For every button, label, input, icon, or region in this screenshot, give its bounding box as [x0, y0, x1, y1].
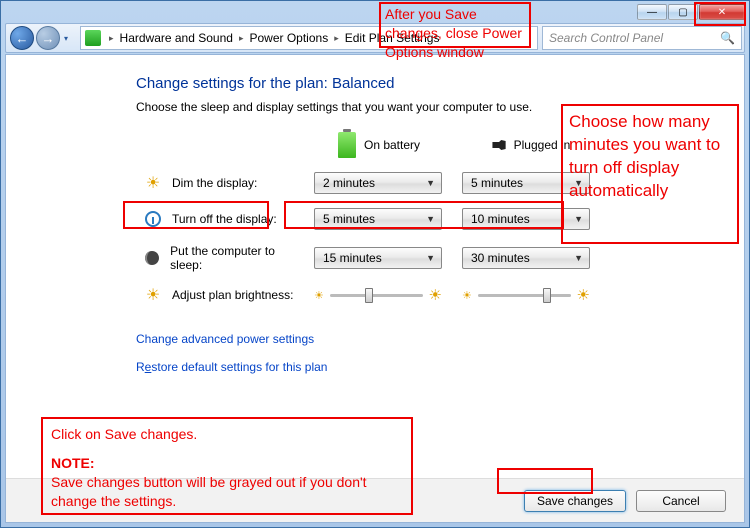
- brightness-battery-slider[interactable]: [330, 294, 423, 297]
- dim-icon: ☀: [144, 174, 162, 192]
- chevron-down-icon: ▼: [426, 178, 435, 188]
- chevron-right-icon: ▸: [330, 33, 343, 44]
- search-icon: 🔍: [720, 31, 735, 45]
- brightness-icon: ☀: [144, 286, 162, 304]
- row-dim-label: ☀ Dim the display:: [136, 174, 296, 192]
- breadcrumb-seg[interactable]: Power Options: [247, 31, 330, 45]
- chevron-right-icon: ▸: [235, 33, 248, 44]
- plug-icon: [484, 140, 506, 150]
- column-battery: On battery: [314, 132, 444, 158]
- search-input[interactable]: Search Control Panel 🔍: [542, 26, 742, 50]
- annotation-text-right: Choose how many minutes you want to turn…: [569, 111, 734, 203]
- dim-battery-combo[interactable]: 2 minutes▼: [314, 172, 442, 194]
- restore-defaults-link[interactable]: Restore default settings for this plan: [136, 360, 714, 374]
- annotation-text-bottom: Click on Save changes. NOTE: Save change…: [51, 425, 401, 511]
- annotation-text-top: After you Save changes, close Power Opti…: [385, 5, 530, 62]
- annotation-box-row-off: [123, 201, 269, 229]
- nav-back-button[interactable]: ←: [10, 26, 34, 50]
- minimize-button[interactable]: —: [637, 4, 667, 20]
- slider-thumb[interactable]: [543, 288, 551, 303]
- slider-thumb[interactable]: [365, 288, 373, 303]
- titlebar: — ▢ ✕: [1, 1, 749, 23]
- cancel-button[interactable]: Cancel: [636, 490, 726, 512]
- window-frame: — ▢ ✕ ← → ▾ ▸ Hardware and Sound ▸ Power…: [0, 0, 750, 528]
- nav-history-dropdown[interactable]: ▾: [60, 26, 72, 50]
- sun-low-icon: ☀: [314, 289, 324, 302]
- brightness-plugged-slider[interactable]: [478, 294, 571, 297]
- sleep-plugged-combo[interactable]: 30 minutes▼: [462, 247, 590, 269]
- annotation-box-combos: [284, 201, 564, 229]
- advanced-settings-link[interactable]: Change advanced power settings: [136, 332, 714, 346]
- annotation-box-save: [497, 468, 593, 494]
- breadcrumb-seg[interactable]: Hardware and Sound: [118, 31, 235, 45]
- power-options-icon: [85, 30, 101, 46]
- page-title: Change settings for the plan: Balanced: [136, 75, 714, 92]
- battery-icon: [338, 132, 356, 158]
- chevron-down-icon: ▼: [574, 253, 583, 263]
- sun-low-icon: ☀: [462, 289, 472, 302]
- row-sleep-label: Put the computer to sleep:: [136, 244, 296, 272]
- annotation-box-close: [694, 2, 746, 26]
- nav-forward-button[interactable]: →: [36, 26, 60, 50]
- chevron-right-icon: ▸: [105, 33, 118, 44]
- row-brightness-label: ☀ Adjust plan brightness:: [136, 286, 296, 304]
- sleep-icon: [144, 249, 160, 267]
- search-placeholder: Search Control Panel: [549, 31, 663, 45]
- navbar: ← → ▾ ▸ Hardware and Sound ▸ Power Optio…: [5, 23, 745, 53]
- sun-high-icon: ☀: [429, 286, 442, 304]
- chevron-down-icon: ▼: [426, 253, 435, 263]
- sleep-battery-combo[interactable]: 15 minutes▼: [314, 247, 442, 269]
- sun-high-icon: ☀: [577, 286, 590, 304]
